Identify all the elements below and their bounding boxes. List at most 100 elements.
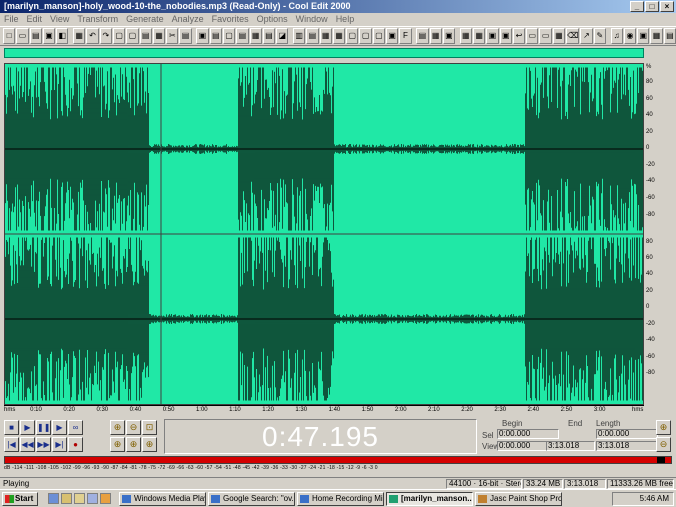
- menu-view[interactable]: View: [50, 13, 69, 25]
- amplitude-tick-label: 80: [646, 239, 653, 245]
- toolbar-button-1[interactable]: □: [3, 28, 16, 44]
- window-title: [marilyn_manson]-holy_wood-10-the_nobodi…: [4, 1, 351, 11]
- ie-icon[interactable]: [48, 493, 59, 504]
- toolbar-button-20[interactable]: ▤: [262, 28, 276, 44]
- toolbar-button-23[interactable]: ▤: [306, 28, 319, 44]
- toolbar-button-24[interactable]: ▦: [319, 28, 332, 44]
- task-paint-shop-pro[interactable]: Jasc Paint Shop Pro: [475, 492, 562, 506]
- explorer-icon[interactable]: [74, 493, 85, 504]
- toolbar-button-29[interactable]: ▣: [386, 28, 399, 44]
- toolbar-button-34[interactable]: ▦: [459, 28, 472, 44]
- start-button[interactable]: Start: [2, 492, 38, 506]
- stop-button[interactable]: ■: [4, 420, 19, 435]
- toolbar-button-19[interactable]: ▦: [249, 28, 262, 44]
- toolbar-button-21[interactable]: ◪: [276, 28, 289, 44]
- toolbar-button-9[interactable]: ▢: [112, 28, 126, 44]
- zoom-out-icon[interactable]: ⊖: [126, 420, 141, 435]
- toolbar-button-33[interactable]: ▣: [442, 28, 456, 44]
- zoom-left-icon[interactable]: ⊕: [110, 437, 125, 452]
- toolbar-button-5[interactable]: ◧: [56, 28, 69, 44]
- toolbar-button-43[interactable]: ↗: [580, 28, 593, 44]
- toolbar-button-4[interactable]: ▣: [42, 28, 56, 44]
- toolbar-button-12[interactable]: ▦: [152, 28, 166, 44]
- toolbar-button-14[interactable]: ▤: [179, 28, 192, 44]
- toolbar-button-17[interactable]: ▢: [222, 28, 236, 44]
- record-button[interactable]: ●: [68, 437, 83, 452]
- toolbar-button-3[interactable]: ▤: [29, 28, 42, 44]
- go-to-start-button[interactable]: |◀: [4, 437, 19, 452]
- toolbar-button-27[interactable]: ▢: [359, 28, 372, 44]
- zoom-in-icon[interactable]: ⊕: [110, 420, 125, 435]
- menu-edit[interactable]: Edit: [27, 13, 43, 25]
- rewind-button[interactable]: ◀◀: [20, 437, 35, 452]
- toolbar-button-38[interactable]: ↩: [512, 28, 526, 44]
- toolbar-button-11[interactable]: ▤: [139, 28, 152, 44]
- toolbar-button-42[interactable]: ⌫: [566, 28, 580, 44]
- toolbar-button-28[interactable]: ▢: [372, 28, 386, 44]
- loop-button[interactable]: ∞: [68, 420, 83, 435]
- toolbar-button-47[interactable]: ▣: [637, 28, 650, 44]
- menu-help[interactable]: Help: [336, 13, 355, 25]
- toolbar-button-31[interactable]: ▤: [416, 28, 429, 44]
- zoom-vertical-out-icon[interactable]: ⊖: [656, 437, 671, 452]
- toolbar-button-25[interactable]: ▦: [332, 28, 346, 44]
- toolbar-button-7[interactable]: ↶: [86, 28, 99, 44]
- menu-analyze[interactable]: Analyze: [172, 13, 204, 25]
- toolbar-button-30[interactable]: F: [399, 28, 412, 44]
- go-to-end-button[interactable]: ▶|: [52, 437, 67, 452]
- task-home-recording[interactable]: Home Recording Mix...: [297, 492, 384, 506]
- zoom-selection-icon[interactable]: ⊕: [142, 437, 157, 452]
- toolbar-button-40[interactable]: ▭: [539, 28, 552, 44]
- toolbar-button-37[interactable]: ▣: [499, 28, 512, 44]
- toolbar-button-26[interactable]: ▢: [346, 28, 359, 44]
- sel-length-field[interactable]: 0:00.000: [596, 429, 658, 439]
- zoom-vertical-in-icon[interactable]: ⊕: [656, 420, 671, 435]
- menu-generate[interactable]: Generate: [126, 13, 164, 25]
- zoom-full-icon[interactable]: ⊡: [142, 420, 157, 435]
- amplitude-tick-label: 40: [646, 271, 653, 277]
- toolbar-button-35[interactable]: ▦: [472, 28, 486, 44]
- maximize-button[interactable]: □: [645, 1, 659, 12]
- minimize-button[interactable]: _: [630, 1, 644, 12]
- toolbar-button-6[interactable]: ▦: [73, 28, 86, 44]
- waveform-display[interactable]: [4, 63, 644, 405]
- task-cool-edit[interactable]: [marilyn_manson...: [386, 492, 473, 506]
- toolbar-button-48[interactable]: ▦: [650, 28, 663, 44]
- toolbar-button-13[interactable]: ✂: [166, 28, 179, 44]
- sel-begin-field[interactable]: 0:00.000: [497, 429, 559, 439]
- close-button[interactable]: ×: [660, 1, 674, 12]
- toolbar-button-2[interactable]: ▭: [16, 28, 29, 44]
- task-media-player[interactable]: Windows Media Player: [119, 492, 206, 506]
- view-length-field[interactable]: 3:13.018: [596, 441, 658, 451]
- pause-button[interactable]: ❚❚: [36, 420, 51, 435]
- toolbar-button-41[interactable]: ▦: [552, 28, 566, 44]
- outlook-icon[interactable]: [87, 493, 98, 504]
- toolbar-button-39[interactable]: ▭: [526, 28, 539, 44]
- toolbar-button-49[interactable]: ▤: [663, 28, 676, 44]
- zoom-right-icon[interactable]: ⊕: [126, 437, 141, 452]
- menu-file[interactable]: File: [4, 13, 19, 25]
- toolbar-button-44[interactable]: ✎: [593, 28, 606, 44]
- toolbar-button-45[interactable]: ♫: [610, 28, 623, 44]
- toolbar-button-15[interactable]: ▣: [196, 28, 209, 44]
- play-button[interactable]: ▶: [20, 420, 35, 435]
- fast-forward-button[interactable]: ▶▶: [36, 437, 51, 452]
- play-to-end-button[interactable]: ▶: [52, 420, 67, 435]
- toolbar-button-16[interactable]: ▤: [209, 28, 222, 44]
- app-icon[interactable]: [100, 493, 111, 504]
- menu-options[interactable]: Options: [257, 13, 288, 25]
- menu-transform[interactable]: Transform: [77, 13, 118, 25]
- toolbar-button-10[interactable]: ▢: [126, 28, 139, 44]
- toolbar-button-8[interactable]: ↷: [99, 28, 112, 44]
- toolbar-button-46[interactable]: ◉: [623, 28, 637, 44]
- toolbar-button-22[interactable]: ▥: [292, 28, 306, 44]
- menu-favorites[interactable]: Favorites: [212, 13, 249, 25]
- task-google-search[interactable]: Google Search: "ov...: [208, 492, 295, 506]
- overview-bar[interactable]: [4, 48, 644, 58]
- desktop-icon[interactable]: [61, 493, 72, 504]
- toolbar-button-18[interactable]: ▤: [236, 28, 249, 44]
- menu-window[interactable]: Window: [296, 13, 328, 25]
- toolbar-button-32[interactable]: ▦: [429, 28, 442, 44]
- view-end-field[interactable]: 3:13.018: [546, 441, 595, 451]
- toolbar-button-36[interactable]: ▣: [486, 28, 499, 44]
